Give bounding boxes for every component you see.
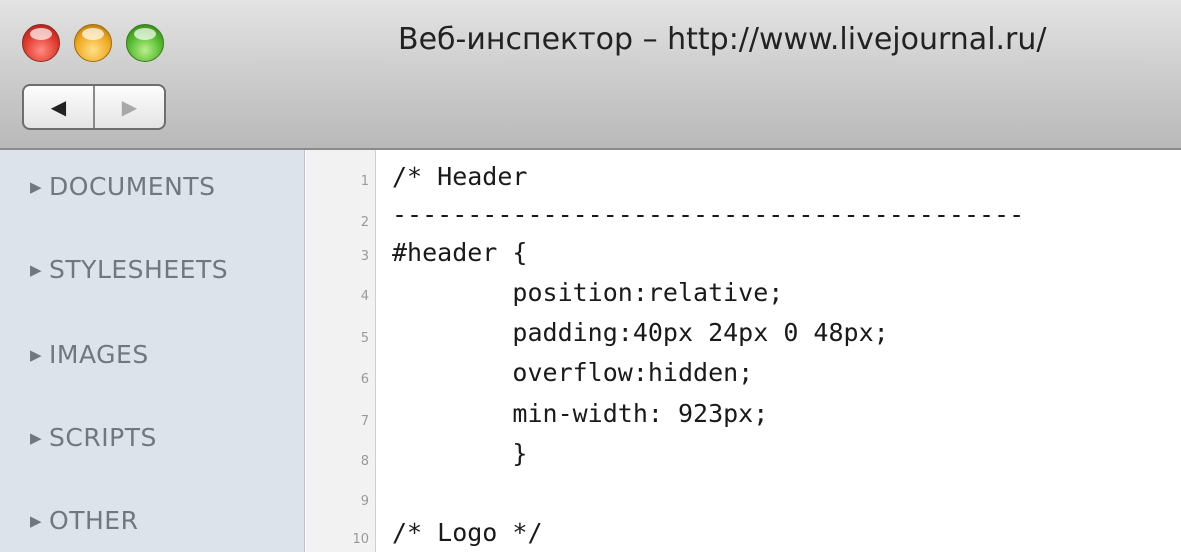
sidebar-item-label: OTHER — [49, 506, 139, 535]
sidebar-item-other[interactable]: ▶ OTHER — [30, 506, 138, 535]
zoom-window-button[interactable] — [126, 24, 164, 62]
code-line: overflow:hidden; — [392, 358, 754, 387]
disclosure-triangle-icon: ▶ — [30, 178, 43, 196]
code-line: #header { — [392, 238, 528, 267]
left-arrow-icon: ◀ — [50, 96, 67, 119]
line-number-gutter: 1 2 3 4 5 6 7 8 9 10 — [306, 150, 376, 552]
line-number: 9 — [360, 494, 369, 509]
code-line: min-width: 923px; — [392, 399, 769, 428]
source-code-view[interactable]: /* Header ------------------------------… — [377, 150, 1181, 552]
code-line: } — [392, 439, 528, 468]
code-line: position:relative; — [392, 278, 784, 307]
back-button[interactable]: ◀ — [24, 86, 95, 128]
line-number: 10 — [352, 532, 369, 547]
sidebar-item-label: IMAGES — [49, 340, 149, 369]
line-number: 5 — [360, 331, 369, 346]
code-line: ----------------------------------------… — [392, 200, 1025, 229]
disclosure-triangle-icon: ▶ — [30, 261, 43, 279]
disclosure-triangle-icon: ▶ — [30, 512, 43, 530]
right-arrow-icon: ▶ — [121, 96, 138, 119]
line-number: 3 — [360, 249, 369, 264]
sidebar-item-label: STYLESHEETS — [49, 255, 229, 284]
sidebar-item-images[interactable]: ▶ IMAGES — [30, 340, 149, 369]
title-bar: Веб-инспектор – http://www.livejournal.r… — [0, 0, 1181, 150]
code-line: /* Header — [392, 162, 528, 191]
disclosure-triangle-icon: ▶ — [30, 429, 43, 447]
line-number: 4 — [360, 289, 369, 304]
resources-sidebar: ▶ DOCUMENTS ▶ STYLESHEETS ▶ IMAGES ▶ SCRIPTS… — [0, 150, 305, 552]
sidebar-item-stylesheets[interactable]: ▶ STYLESHEETS — [30, 255, 228, 284]
line-number: 6 — [360, 372, 369, 387]
code-line: /* Logo */ — [392, 518, 543, 547]
close-window-button[interactable] — [22, 24, 60, 62]
disclosure-triangle-icon: ▶ — [30, 346, 43, 364]
sidebar-item-scripts[interactable]: ▶ SCRIPTS — [30, 423, 157, 452]
line-number: 7 — [360, 414, 369, 429]
code-line: padding:40px 24px 0 48px; — [392, 318, 889, 347]
sidebar-item-documents[interactable]: ▶ DOCUMENTS — [30, 172, 215, 201]
sidebar-item-label: DOCUMENTS — [49, 172, 216, 201]
line-number: 8 — [360, 454, 369, 469]
forward-button[interactable]: ▶ — [95, 86, 164, 128]
sidebar-item-label: SCRIPTS — [49, 423, 157, 452]
history-nav-control: ◀ ▶ — [22, 84, 166, 130]
line-number: 2 — [360, 215, 369, 230]
window-title: Веб-инспектор – http://www.livejournal.r… — [398, 22, 1047, 57]
minimize-window-button[interactable] — [74, 24, 112, 62]
line-number: 1 — [360, 174, 369, 189]
